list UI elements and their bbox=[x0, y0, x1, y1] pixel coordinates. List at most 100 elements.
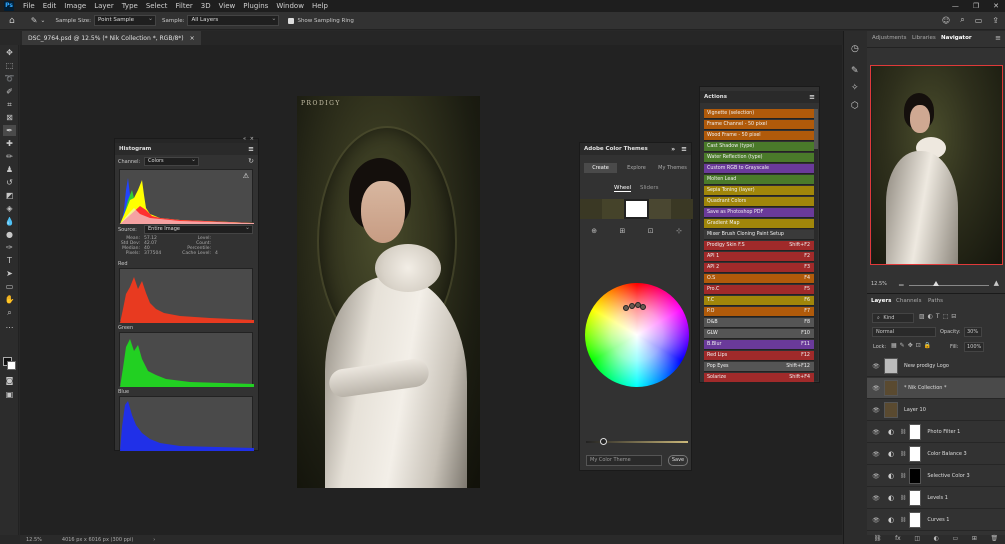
layer-thumbnail[interactable] bbox=[884, 358, 898, 374]
brush-settings-icon[interactable]: ✎ bbox=[851, 66, 859, 76]
sample-select[interactable]: All Layers bbox=[187, 14, 280, 26]
lock-image-icon[interactable]: ✎ bbox=[900, 342, 908, 349]
action-item[interactable]: Pro.C F5 bbox=[704, 285, 814, 295]
adjustment-layer-icon[interactable]: ◐ bbox=[884, 450, 898, 458]
menu-window[interactable]: Window bbox=[272, 2, 308, 10]
history-icon[interactable]: ◷ bbox=[851, 44, 859, 54]
action-item[interactable]: Prodigy Skin F.S Shift+F2 bbox=[704, 241, 814, 251]
histogram-drag-bar[interactable]: « × bbox=[115, 136, 258, 143]
navigator-zoom-handle[interactable] bbox=[933, 281, 939, 286]
type-tool-icon[interactable]: T bbox=[3, 255, 16, 266]
move-tool-icon[interactable]: ✥ bbox=[3, 47, 16, 58]
mask-link-icon[interactable]: ⛓ bbox=[900, 451, 906, 457]
opacity-input[interactable]: 30% bbox=[964, 327, 982, 337]
layer-thumbnail[interactable] bbox=[884, 402, 898, 418]
set-base-color-icon[interactable]: ⊡ bbox=[648, 227, 654, 237]
menu-plugins[interactable]: Plugins bbox=[239, 2, 272, 10]
blur-tool-icon[interactable]: 💧 bbox=[3, 216, 16, 227]
action-item[interactable]: Quadrant Colors bbox=[704, 197, 814, 207]
layer-visibility-icon[interactable]: 👁 bbox=[872, 363, 880, 370]
layer-thumbnail[interactable] bbox=[884, 380, 898, 396]
layer-visibility-icon[interactable]: 👁 bbox=[872, 429, 880, 436]
action-item[interactable]: Pop Eyes Shift+F12 bbox=[704, 362, 814, 372]
layer-visibility-icon[interactable]: 👁 bbox=[872, 517, 880, 524]
hand-tool-icon[interactable]: ✋ bbox=[3, 294, 16, 305]
tab-create[interactable]: Create bbox=[584, 163, 617, 173]
new-layer-icon[interactable]: ⊞ bbox=[972, 535, 977, 544]
clone-stamp-icon[interactable]: ♟ bbox=[3, 164, 16, 175]
action-item[interactable]: Vignette (selection) bbox=[704, 109, 814, 119]
action-item[interactable]: Custom RGB to Grayscale bbox=[704, 164, 814, 174]
theme-swatch-selected[interactable] bbox=[623, 199, 650, 219]
lock-position-icon[interactable]: ✥ bbox=[908, 342, 916, 349]
layer-visibility-icon[interactable]: 👁 bbox=[872, 495, 880, 502]
layer-visibility-icon[interactable]: 👁 bbox=[872, 407, 880, 414]
actions-scrollbar[interactable] bbox=[814, 109, 818, 381]
action-item[interactable]: T.C F6 bbox=[704, 296, 814, 306]
3d-icon[interactable]: ⬡ bbox=[851, 101, 859, 111]
adjustment-layer-icon[interactable]: ◐ bbox=[884, 494, 898, 502]
navigator-zoom-value[interactable]: 12.5% bbox=[871, 281, 887, 287]
layer-mask-thumbnail[interactable] bbox=[909, 424, 922, 440]
save-theme-button[interactable]: Save bbox=[668, 455, 688, 466]
action-item[interactable]: Cast Shadow (type) bbox=[704, 142, 814, 152]
link-layers-icon[interactable]: ⛓ bbox=[874, 535, 882, 544]
layer-row[interactable]: 👁 ◐ ⛓ Selective Color 3 bbox=[867, 466, 1005, 487]
harmony-rule-icon[interactable]: ⊹ bbox=[676, 227, 682, 237]
status-chevron-icon[interactable]: › bbox=[153, 537, 155, 543]
layer-visibility-icon[interactable]: 👁 bbox=[872, 473, 880, 480]
action-item[interactable]: P.O F7 bbox=[704, 307, 814, 317]
dodge-tool-icon[interactable]: ● bbox=[3, 229, 16, 240]
actions-menu-icon[interactable]: ≡ bbox=[809, 93, 815, 101]
paint-bucket-icon[interactable]: ◈ bbox=[3, 203, 16, 214]
status-zoom[interactable]: 12.5% bbox=[26, 537, 42, 543]
background-color-swatch[interactable] bbox=[7, 361, 16, 370]
tab-layers[interactable]: Layers bbox=[871, 298, 891, 304]
adjustment-layer-icon[interactable]: ◐ bbox=[884, 516, 898, 524]
navigator-view-frame[interactable] bbox=[870, 65, 1003, 265]
zoom-tool-icon[interactable]: ⌕ bbox=[3, 307, 16, 318]
layer-mask-thumbnail[interactable] bbox=[909, 512, 922, 528]
add-mask-icon[interactable]: ◫ bbox=[914, 535, 920, 544]
adjustment-layer-icon[interactable]: ◐ bbox=[884, 428, 898, 436]
sampling-ring-checkbox[interactable] bbox=[288, 17, 295, 24]
brush-tool-icon[interactable]: ✏ bbox=[3, 151, 16, 162]
action-item[interactable]: API 2 F3 bbox=[704, 263, 814, 273]
layer-visibility-icon[interactable]: 👁 bbox=[872, 451, 880, 458]
actions-scrollbar-thumb[interactable] bbox=[814, 109, 818, 149]
search-icon[interactable]: ⌕ bbox=[960, 15, 964, 25]
delete-layer-icon[interactable]: 🗑 bbox=[990, 535, 998, 544]
mask-link-icon[interactable]: ⛓ bbox=[900, 517, 906, 523]
wheel-handle-4[interactable] bbox=[640, 304, 646, 310]
filter-shape-icon[interactable]: ⬚ bbox=[943, 313, 952, 320]
marquee-tool-icon[interactable]: ⬚ bbox=[3, 60, 16, 71]
collapse-icon[interactable]: « bbox=[243, 136, 246, 142]
home-icon[interactable]: ⌂ bbox=[9, 16, 15, 26]
action-item[interactable]: Gradient Map bbox=[704, 219, 814, 229]
menu-help[interactable]: Help bbox=[308, 2, 332, 10]
navigator-preview[interactable] bbox=[870, 65, 1003, 265]
lock-artboard-icon[interactable]: ⊡ bbox=[916, 342, 924, 349]
expand-panel-icon[interactable]: » bbox=[671, 146, 675, 153]
healing-brush-icon[interactable]: ✚ bbox=[3, 138, 16, 149]
menu-file[interactable]: File bbox=[19, 2, 39, 10]
adjustment-layer-icon[interactable]: ◐ bbox=[884, 472, 898, 480]
lock-transparency-icon[interactable]: ▦ bbox=[891, 342, 900, 349]
tab-libraries[interactable]: Libraries bbox=[912, 35, 936, 41]
channel-select[interactable]: Colors bbox=[144, 156, 199, 166]
action-item[interactable]: Solarize Shift+F4 bbox=[704, 373, 814, 383]
add-to-swatches-icon[interactable]: ⊞ bbox=[619, 227, 625, 237]
eraser-tool-icon[interactable]: ◩ bbox=[3, 190, 16, 201]
new-adjustment-icon[interactable]: ◐ bbox=[934, 535, 939, 544]
mask-link-icon[interactable]: ⛓ bbox=[900, 429, 906, 435]
path-select-icon[interactable]: ➤ bbox=[3, 268, 16, 279]
tab-paths[interactable]: Paths bbox=[928, 298, 943, 304]
action-item[interactable]: Save as Photoshop PDF bbox=[704, 208, 814, 218]
filter-smart-icon[interactable]: ⊟ bbox=[951, 313, 959, 320]
add-swatch-icon[interactable]: ⊕ bbox=[591, 227, 597, 237]
layer-visibility-icon[interactable]: 👁 bbox=[872, 385, 880, 392]
layer-mask-thumbnail[interactable] bbox=[909, 468, 922, 484]
action-item[interactable]: API 1 F2 bbox=[704, 252, 814, 262]
tab-adjustments[interactable]: Adjustments bbox=[872, 35, 906, 41]
quick-mask-icon[interactable]: ◙ bbox=[3, 375, 16, 386]
